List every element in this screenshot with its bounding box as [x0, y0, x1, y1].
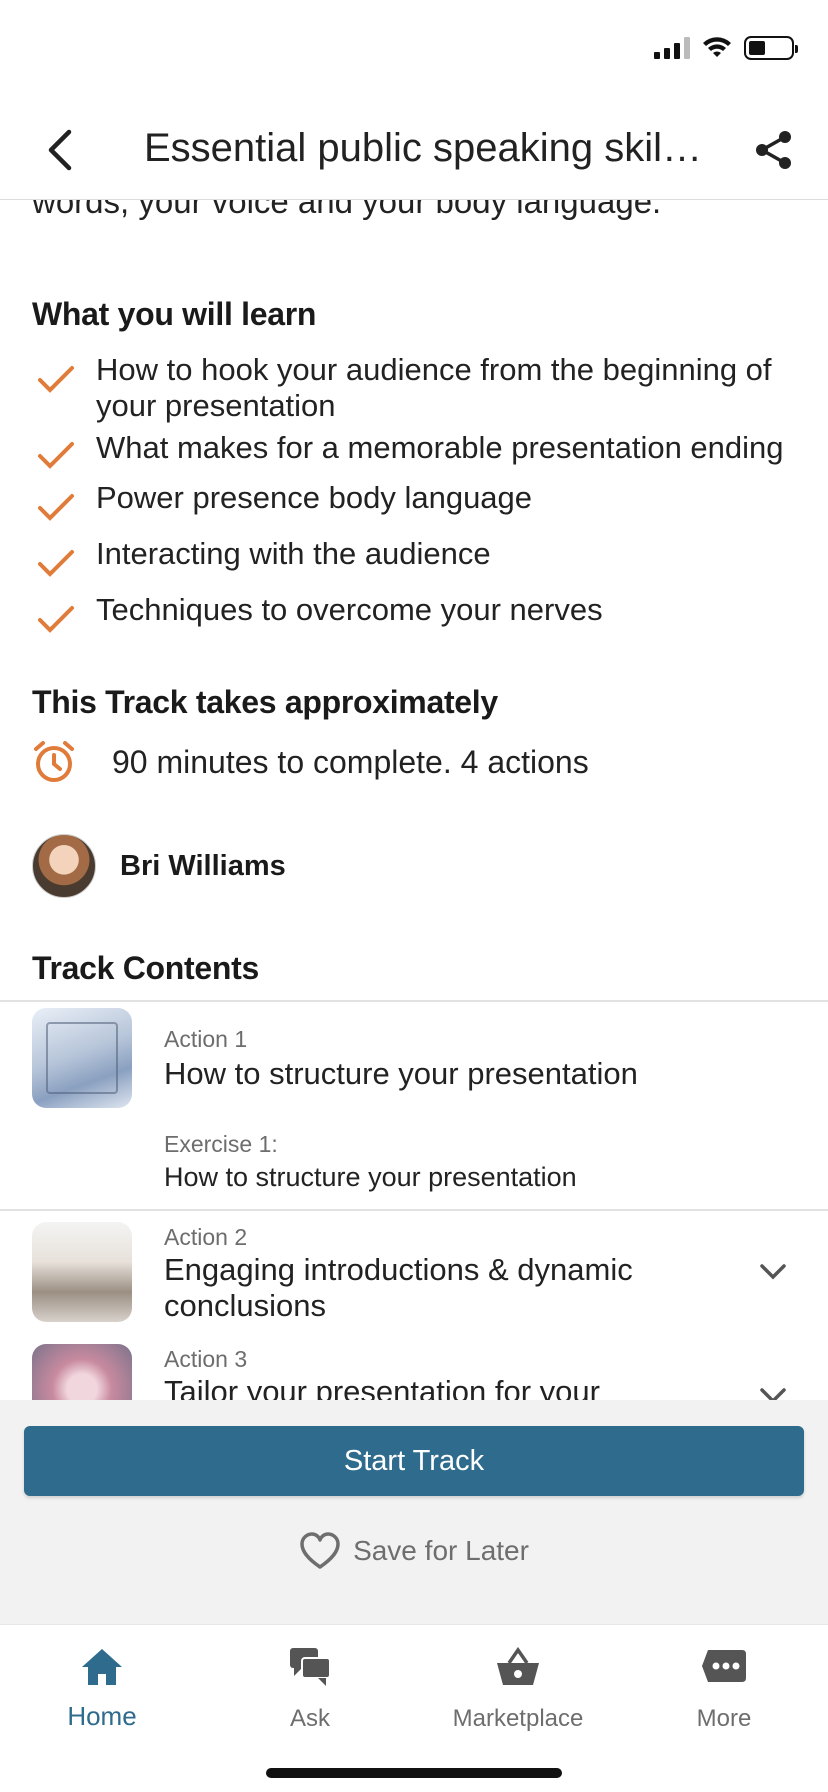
- tab-label: Marketplace: [452, 1705, 584, 1732]
- tab-bar: Home Ask Marketplace More: [0, 1624, 828, 1792]
- duration-row: 90 minutes to complete. 4 actions: [32, 740, 589, 784]
- tab-marketplace[interactable]: Marketplace: [428, 1643, 608, 1753]
- home-indicator[interactable]: [266, 1768, 562, 1778]
- check-icon: [38, 366, 74, 393]
- heart-icon: [300, 1532, 340, 1569]
- learn-item: How to hook your audience from the begin…: [32, 352, 802, 424]
- check-icon: [38, 494, 74, 521]
- page-title: Essential public speaking skills…: [144, 126, 704, 170]
- learn-heading: What you will learn: [32, 296, 317, 332]
- share-icon: [756, 131, 791, 169]
- chevron-down-icon[interactable]: [758, 1386, 788, 1400]
- chat-bubbles-icon: [286, 1643, 334, 1691]
- back-button[interactable]: [30, 120, 90, 180]
- tab-ask[interactable]: Ask: [220, 1643, 400, 1753]
- action-thumbnail: [32, 1222, 132, 1322]
- action-title: Tailor your presentation for your: [164, 1374, 600, 1400]
- learn-item: Power presence body language: [32, 480, 802, 536]
- action-label: Action 2: [164, 1224, 248, 1250]
- track-detail-content[interactable]: words, your voice and your body language…: [0, 0, 828, 1400]
- action-title: Engaging introductions & dynamic conclus…: [164, 1252, 633, 1323]
- exercise-label: Exercise 1:: [164, 1131, 278, 1157]
- author-name: Bri Williams: [120, 849, 286, 882]
- divider: [0, 1209, 828, 1211]
- author-row[interactable]: Bri Williams: [32, 834, 286, 898]
- action-label: Action 3: [164, 1346, 248, 1372]
- tab-label: Home: [67, 1701, 137, 1731]
- duration-text: 90 minutes to complete. 4 actions: [112, 743, 589, 780]
- action-thumbnail: [32, 1008, 132, 1108]
- action-thumbnail: [32, 1344, 132, 1400]
- more-dots-icon: [700, 1643, 748, 1691]
- learn-item: Techniques to overcome your nerves: [32, 592, 802, 648]
- nav-header: Essential public speaking skills…: [0, 100, 828, 200]
- save-for-later-label: Save for Later: [353, 1535, 529, 1566]
- tab-more[interactable]: More: [634, 1643, 814, 1753]
- basket-icon: [494, 1643, 542, 1691]
- avatar: [32, 834, 96, 898]
- divider: [0, 1000, 828, 1002]
- start-track-button[interactable]: Start Track: [24, 1426, 804, 1496]
- chevron-left-icon: [48, 129, 72, 171]
- alarm-clock-icon: [34, 741, 74, 782]
- learn-item: What makes for a memorable presentation …: [32, 424, 802, 480]
- save-for-later-button[interactable]: Save for Later: [0, 1532, 828, 1570]
- check-icon: [38, 442, 74, 469]
- tab-home[interactable]: Home: [12, 1643, 192, 1753]
- tab-label: Ask: [289, 1705, 330, 1732]
- action-label: Action 1: [164, 1026, 248, 1052]
- exercise-title[interactable]: How to structure your presentation: [164, 1162, 577, 1193]
- tab-label: More: [696, 1705, 752, 1732]
- chevron-down-icon[interactable]: [758, 1262, 788, 1282]
- check-icon: [38, 550, 74, 577]
- home-icon: [78, 1643, 126, 1691]
- track-contents-heading: Track Contents: [32, 950, 259, 986]
- learn-list: How to hook your audience from the begin…: [32, 352, 802, 648]
- action-title: How to structure your presentation: [164, 1056, 638, 1091]
- duration-heading: This Track takes approximately: [32, 684, 498, 720]
- action-panel: Start Track Save for Later: [0, 1400, 828, 1624]
- learn-item: Interacting with the audience: [32, 536, 802, 592]
- share-button[interactable]: [744, 120, 804, 180]
- check-icon: [38, 606, 74, 633]
